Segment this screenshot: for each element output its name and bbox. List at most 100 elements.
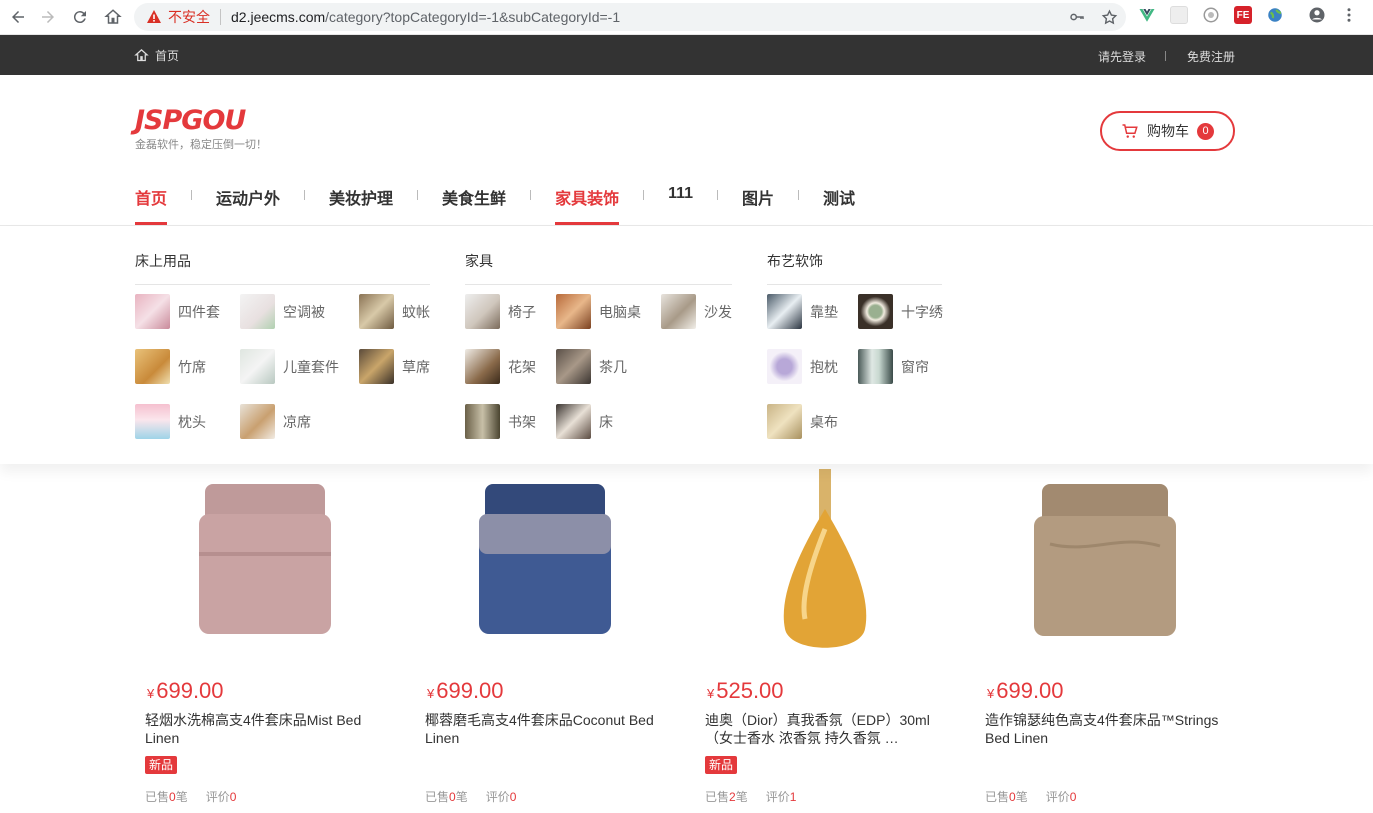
product-name[interactable]: 造作锦瑟纯色高支4件套床品™Strings Bed Linen [985, 711, 1225, 747]
subcategory-label: 电脑桌 [599, 303, 641, 320]
currency-symbol: ¥ [147, 686, 155, 701]
subcategory-item[interactable]: 窗帘 [858, 349, 929, 384]
review-count: 0 [1069, 790, 1077, 804]
pillow-thumbnail [135, 404, 170, 439]
product-image[interactable] [415, 464, 675, 664]
home-icon[interactable] [101, 5, 125, 29]
topbar-divider [1165, 51, 1166, 61]
nav-item-food[interactable]: 美食生鲜 [442, 176, 506, 225]
subcategory-label: 花架 [508, 358, 536, 375]
nav-divider [530, 190, 532, 200]
sold-count: 2 [729, 790, 736, 804]
subcategory-item[interactable]: 电脑桌 [556, 294, 641, 329]
register-link[interactable]: 免费注册 [1187, 48, 1235, 65]
nav-item-111[interactable]: 111 [668, 176, 693, 225]
site-logo[interactable]: JSPGOU 金磊软件，稳定压倒一切！ [135, 106, 267, 152]
subcategory-item[interactable]: 抱枕 [767, 349, 838, 384]
subcategory-item[interactable]: 枕头 [135, 404, 206, 439]
product-name[interactable]: 椰蓉磨毛高支4件套床品Coconut Bed Linen [425, 711, 665, 747]
globe-extension-icon[interactable] [1266, 6, 1284, 24]
subcategory-item[interactable]: 椅子 [465, 294, 536, 329]
column-title[interactable]: 布艺软饰 [767, 251, 942, 285]
subcategory-label: 蚊帐 [402, 303, 430, 320]
home-icon [134, 49, 149, 62]
nav-item-sports[interactable]: 运动户外 [216, 176, 280, 225]
product-image[interactable] [975, 464, 1235, 664]
review-count: 0 [229, 790, 237, 804]
subcategory-item[interactable]: 空调被 [240, 294, 325, 329]
column-title[interactable]: 家具 [465, 251, 732, 285]
subcategory-label: 窗帘 [901, 358, 929, 375]
subcategory-item[interactable]: 儿童套件 [240, 349, 339, 384]
nav-item-test[interactable]: 测试 [823, 176, 855, 225]
product-card[interactable]: ¥699.00 造作锦瑟纯色高支4件套床品™Strings Bed Linen … [975, 464, 1235, 813]
subcategory-item[interactable]: 凉席 [240, 404, 311, 439]
vue-devtools-icon[interactable] [1138, 6, 1156, 24]
review-label: 评价 [485, 790, 510, 804]
subcategory-label: 靠垫 [810, 303, 838, 320]
subcategory-item[interactable]: 桌布 [767, 404, 838, 439]
product-card[interactable]: ¥525.00 迪奥（Dior）真我香氛（EDP）30ml（女士香水 浓香氛 持… [695, 464, 955, 813]
fe-extension-icon[interactable]: FE [1234, 6, 1252, 24]
nav-item-beauty[interactable]: 美妆护理 [329, 176, 393, 225]
forward-arrow-icon[interactable] [36, 5, 60, 29]
warning-icon [146, 9, 162, 25]
back-arrow-icon[interactable] [6, 5, 30, 29]
sold-unit: 笔 [1015, 790, 1028, 804]
subcategory-label: 十字绣 [901, 303, 943, 320]
sold-unit: 笔 [735, 790, 748, 804]
menu-kebab-icon[interactable] [1340, 6, 1358, 24]
nav-item-furniture[interactable]: 家具装饰 [555, 176, 620, 225]
product-card[interactable]: ¥699.00 轻烟水洗棉高支4件套床品Mist Bed Linen 新品 已售… [135, 464, 395, 813]
product-image[interactable] [695, 464, 955, 664]
subcategory-label: 竹席 [178, 358, 206, 375]
topbar-home-link[interactable]: 首页 [134, 47, 179, 64]
product-price: ¥699.00 [427, 678, 504, 704]
logo-brand: JSPGOU [135, 105, 246, 136]
subcategory-item[interactable]: 书架 [465, 404, 536, 439]
extension-blank-icon[interactable] [1170, 6, 1188, 24]
reload-icon[interactable] [68, 5, 92, 29]
subcategory-item[interactable]: 茶几 [556, 349, 627, 384]
address-bar[interactable]: 不安全 d2.jeecms.com/category?topCategoryId… [134, 3, 1126, 31]
tablecloth-thumbnail [767, 404, 802, 439]
bedding-thumbnail [135, 294, 170, 329]
product-card[interactable]: ¥699.00 椰蓉磨毛高支4件套床品Coconut Bed Linen 已售0… [415, 464, 675, 813]
subcategory-item[interactable]: 靠垫 [767, 294, 838, 329]
account-avatar-icon[interactable] [1308, 6, 1326, 24]
review-label: 评价 [205, 790, 230, 804]
computer-desk-thumbnail [556, 294, 591, 329]
product-name[interactable]: 轻烟水洗棉高支4件套床品Mist Bed Linen [145, 711, 385, 747]
currency-symbol: ¥ [427, 686, 435, 701]
extension-circle-icon[interactable] [1202, 6, 1220, 24]
nav-item-home[interactable]: 首页 [135, 176, 168, 225]
nav-divider [717, 190, 719, 200]
subcategory-item[interactable]: 十字绣 [858, 294, 943, 329]
nav-item-images[interactable]: 图片 [742, 176, 774, 225]
subcategory-item[interactable]: 四件套 [135, 294, 220, 329]
cart-button[interactable]: 购物车 0 [1100, 111, 1235, 151]
flower-stand-thumbnail [465, 349, 500, 384]
product-stats: 已售0笔 评价0 [145, 788, 236, 805]
subcategory-item[interactable]: 花架 [465, 349, 536, 384]
sold-label: 已售 [425, 790, 450, 804]
subcategory-item[interactable]: 沙发 [661, 294, 732, 329]
login-link[interactable]: 请先登录 [1098, 48, 1146, 65]
bookmark-star-icon[interactable] [1100, 8, 1118, 26]
subcategory-item[interactable]: 草席 [359, 349, 430, 384]
kids-bedding-thumbnail [240, 349, 275, 384]
product-name[interactable]: 迪奥（Dior）真我香氛（EDP）30ml（女士香水 浓香氛 持久香氛 … [705, 711, 945, 747]
grass-mat-thumbnail [359, 349, 394, 384]
sold-unit: 笔 [175, 790, 188, 804]
summer-mat-thumbnail [240, 404, 275, 439]
url-path: /category?topCategoryId=-1&subCategoryId… [325, 9, 621, 25]
subcategory-label: 四件套 [178, 303, 220, 320]
column-title[interactable]: 床上用品 [135, 251, 430, 285]
subcategory-label: 床 [599, 413, 613, 430]
product-image[interactable] [135, 464, 395, 664]
nav-divider [191, 190, 193, 200]
key-icon[interactable] [1068, 8, 1086, 26]
subcategory-item[interactable]: 床 [556, 404, 613, 439]
subcategory-item[interactable]: 竹席 [135, 349, 206, 384]
subcategory-item[interactable]: 蚊帐 [359, 294, 430, 329]
